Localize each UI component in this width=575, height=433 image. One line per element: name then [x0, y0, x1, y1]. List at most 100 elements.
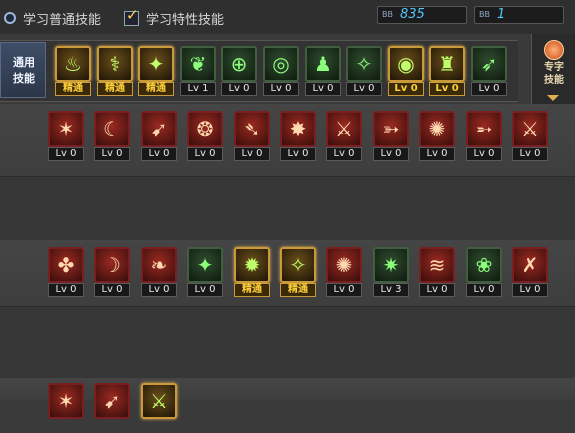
- skill-icon-frame[interactable]: ❀: [466, 247, 502, 283]
- gear-icon: [544, 40, 564, 60]
- radio-icon[interactable]: [4, 12, 16, 24]
- skill-icon-frame[interactable]: ➹: [94, 383, 130, 419]
- runner-icon: ✦: [196, 253, 214, 277]
- skill-slot[interactable]: ➳ Lv 0: [373, 111, 409, 161]
- skill-icon-frame[interactable]: ☽: [94, 247, 130, 283]
- skill-slot[interactable]: ☽ Lv 0: [94, 247, 130, 297]
- skill-level-label: Lv 0: [471, 82, 507, 96]
- skill-icon-frame[interactable]: ✺: [326, 247, 362, 283]
- skill-icon-frame[interactable]: ➵: [466, 111, 502, 147]
- skill-icon-frame[interactable]: ☾: [94, 111, 130, 147]
- skill-level-label: Lv 3: [373, 283, 409, 297]
- skill-slot[interactable]: ⚔ Lv 0: [512, 111, 548, 161]
- skill-icon-frame[interactable]: ✗: [512, 247, 548, 283]
- skill-icon-frame[interactable]: ✧: [280, 247, 316, 283]
- skill-slot[interactable]: ✧ 精通: [280, 247, 316, 297]
- skill-slot[interactable]: ✤ Lv 0: [48, 247, 84, 297]
- learn-special-option[interactable]: ✓ 学习特性技能: [124, 6, 224, 28]
- skill-slot[interactable]: ✦ Lv 0: [187, 247, 223, 297]
- skill-icon-frame[interactable]: ◎: [263, 46, 299, 82]
- skill-icon-frame[interactable]: ✷: [373, 247, 409, 283]
- skill-slot[interactable]: ✺ Lv 0: [419, 111, 455, 161]
- checkbox-checked-icon[interactable]: ✓: [124, 6, 139, 26]
- skill-level-label: Lv 0: [94, 147, 130, 161]
- skill-icon-frame[interactable]: ⊕: [221, 46, 257, 82]
- skill-slot[interactable]: ✺ Lv 0: [326, 247, 362, 297]
- skill-slot[interactable]: ♜ Lv 0: [429, 46, 465, 96]
- skill-slot[interactable]: ☾ Lv 0: [94, 111, 130, 161]
- skill-icon-frame[interactable]: ❧: [141, 247, 177, 283]
- skill-icon-frame[interactable]: ✶: [48, 111, 84, 147]
- skill-slot[interactable]: ➴ Lv 0: [234, 111, 270, 161]
- skill-slot[interactable]: ◉ Lv 0: [388, 46, 424, 96]
- skill-icon-frame[interactable]: ✹: [234, 247, 270, 283]
- skill-icon-frame[interactable]: ❦: [180, 46, 216, 82]
- skill-slot[interactable]: ◎ Lv 0: [263, 46, 299, 96]
- skill-icon-frame[interactable]: ≋: [419, 247, 455, 283]
- skill-icon-frame[interactable]: ◉: [388, 46, 424, 82]
- skill-icon-frame[interactable]: ✶: [48, 383, 84, 419]
- skill-level-label: Lv 0: [388, 82, 424, 96]
- skill-slot[interactable]: ➹ Lv 0: [141, 111, 177, 161]
- learn-normal-label: 学习普通技能: [23, 12, 102, 28]
- skill-icon-frame[interactable]: ♨: [55, 46, 91, 82]
- wings-icon: ❦: [189, 52, 207, 76]
- skill-icon-frame[interactable]: ➹: [141, 111, 177, 147]
- skill-slot[interactable]: ✹ 精通: [234, 247, 270, 297]
- skill-slot[interactable]: ✷ Lv 3: [373, 247, 409, 297]
- skill-slot[interactable]: ✗ Lv 0: [512, 247, 548, 297]
- skill-slot[interactable]: ✶ Lv 0: [48, 111, 84, 161]
- skill-icon-frame[interactable]: ⚔: [512, 111, 548, 147]
- kneel-icon: ⚕: [109, 52, 121, 76]
- skill-icon-frame[interactable]: ✸: [280, 111, 316, 147]
- skill-slot[interactable]: ❀ Lv 0: [466, 247, 502, 297]
- skill-slot[interactable]: ✧ Lv 0: [346, 46, 382, 96]
- skill-slot[interactable]: ➹: [94, 383, 130, 433]
- skill-level-label: Lv 0: [234, 147, 270, 161]
- eye-icon: ◉: [397, 52, 415, 76]
- skill-level-label: Lv 0: [221, 82, 257, 96]
- runner-icon: ✧: [355, 52, 373, 76]
- skill-slot[interactable]: ⚔: [141, 383, 177, 433]
- skill-slot[interactable]: ✶: [48, 383, 84, 433]
- skill-icon-frame[interactable]: ♟: [305, 46, 341, 82]
- skill-slot[interactable]: ❧ Lv 0: [141, 247, 177, 297]
- skill-icon-frame[interactable]: ✦: [187, 247, 223, 283]
- skill-icon-frame[interactable]: ✺: [419, 111, 455, 147]
- strike-icon: ✦: [147, 52, 165, 76]
- skill-icon-frame[interactable]: ❂: [187, 111, 223, 147]
- skill-slot[interactable]: ✸ Lv 0: [280, 111, 316, 161]
- skill-icon-frame[interactable]: ⚕: [97, 46, 133, 82]
- skill-level-label: Lv 0: [373, 147, 409, 161]
- slash-icon: ➹: [103, 389, 121, 413]
- exclusive-skills-tab[interactable]: 专字 技能: [531, 34, 575, 104]
- skill-icon-frame[interactable]: ➳: [373, 111, 409, 147]
- skill-slot[interactable]: ⚔ Lv 0: [326, 111, 362, 161]
- skill-slot[interactable]: ➵ Lv 0: [466, 111, 502, 161]
- skill-level-label: Lv 0: [48, 283, 84, 297]
- skill-slot[interactable]: ✦ 精通: [138, 46, 174, 96]
- skill-icon-frame[interactable]: ⚔: [326, 111, 362, 147]
- common-skills-tab[interactable]: 通用 技能: [0, 42, 46, 98]
- stars-icon: ✷: [382, 253, 400, 277]
- skill-icon-frame[interactable]: ➴: [234, 111, 270, 147]
- skill-icon-frame[interactable]: ✧: [346, 46, 382, 82]
- common-tab-line2: 技能: [13, 72, 35, 85]
- skill-slot[interactable]: ♟ Lv 0: [305, 46, 341, 96]
- skill-icon-frame[interactable]: ✦: [138, 46, 174, 82]
- skill-icon-frame[interactable]: ✤: [48, 247, 84, 283]
- learn-normal-option[interactable]: 学习普通技能: [4, 8, 101, 28]
- spark-icon: ✹: [243, 253, 261, 277]
- skill-level-label: Lv 0: [305, 82, 341, 96]
- skill-slot[interactable]: ❦ Lv 1: [180, 46, 216, 96]
- skill-slot[interactable]: ➶ Lv 0: [471, 46, 507, 96]
- skill-icon-frame[interactable]: ⚔: [141, 383, 177, 419]
- skill-slot[interactable]: ♨ 精通: [55, 46, 91, 96]
- skill-slot[interactable]: ⊕ Lv 0: [221, 46, 257, 96]
- skill-slot[interactable]: ≋ Lv 0: [419, 247, 455, 297]
- skill-slot[interactable]: ⚕ 精通: [97, 46, 133, 96]
- skill-icon-frame[interactable]: ♜: [429, 46, 465, 82]
- skill-icon-frame[interactable]: ➶: [471, 46, 507, 82]
- skill-level-label: Lv 0: [429, 82, 465, 96]
- skill-slot[interactable]: ❂ Lv 0: [187, 111, 223, 161]
